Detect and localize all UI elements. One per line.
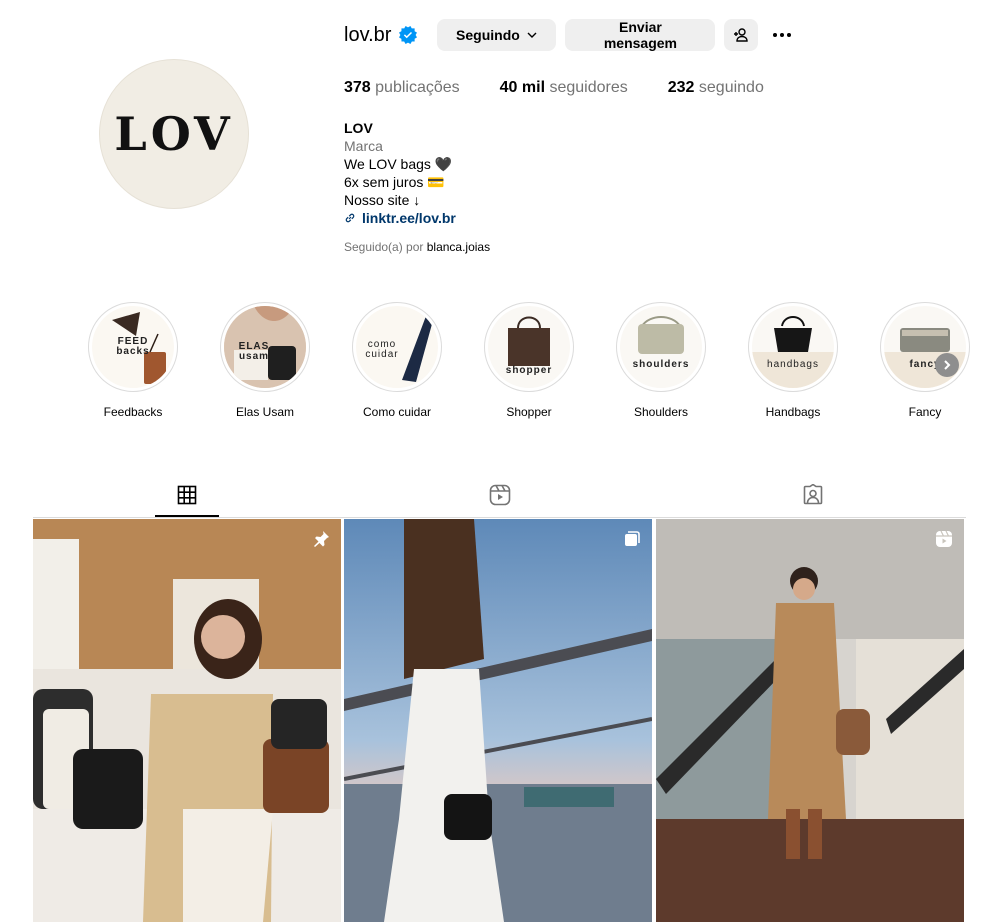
highlight-ring: FEED backs <box>88 302 178 392</box>
verified-badge-icon <box>399 26 418 44</box>
followers-label: seguidores <box>549 79 628 96</box>
highlight-cover-image <box>638 316 684 354</box>
post-thumbnail[interactable] <box>344 519 652 922</box>
highlight-cover-image <box>884 328 966 388</box>
highlight-cover-text: shoulders <box>632 359 690 370</box>
profile-stats: 378 publicações 40 mil seguidores 232 se… <box>344 79 804 97</box>
profile-bio: LOV Marca We LOV bags 🖤 6x sem juros 💳 N… <box>344 119 456 227</box>
profile-top-row: lov.br Seguindo Enviar mensagem <box>344 19 794 51</box>
highlight-cover: fancy <box>884 306 966 388</box>
bio-link-text: linktr.ee/lov.br <box>362 210 456 226</box>
followed-by-prefix: Seguido(a) por <box>344 240 424 254</box>
profile-avatar[interactable]: LOV <box>99 59 249 209</box>
highlight-ring: ELAS usam <box>220 302 310 392</box>
reel-icon <box>936 530 952 547</box>
followers-count: 40 mil <box>499 79 546 96</box>
tab-posts[interactable] <box>175 483 199 507</box>
highlight-cover: ELAS usam <box>224 306 306 388</box>
highlight-feedbacks[interactable]: FEED backs Feedbacks <box>67 302 199 419</box>
bio-line: 6x sem juros 💳 <box>344 174 445 190</box>
highlight-label: Handbags <box>765 405 821 419</box>
highlight-cover: FEED backs <box>92 306 174 388</box>
highlight-cover-image <box>752 316 834 388</box>
bio-line: We LOV bags 🖤 <box>344 156 453 172</box>
post-image <box>33 519 341 922</box>
link-icon <box>345 213 355 223</box>
bio-line: Nosso site ↓ <box>344 192 421 208</box>
story-highlights: FEED backs Feedbacks ELAS usam Elas Usam <box>67 302 991 419</box>
bio-name: LOV <box>344 120 373 136</box>
highlights-next-button[interactable] <box>935 353 959 377</box>
followed-by-user: blanca.joias <box>426 240 491 254</box>
grid-icon <box>177 485 197 505</box>
highlight-cover-text: FEED backs <box>116 336 150 357</box>
more-options-button[interactable] <box>770 23 794 47</box>
highlight-label: Fancy <box>908 405 942 419</box>
highlight-label: Como cuidar <box>362 405 432 419</box>
highlight-shoulders[interactable]: shoulders Shoulders <box>595 302 727 419</box>
post-image <box>656 519 964 922</box>
highlight-ring: fancy <box>880 302 970 392</box>
chevron-right-icon <box>944 360 951 370</box>
tagged-icon <box>803 484 823 505</box>
reels-icon <box>489 484 511 506</box>
posts-label: publicações <box>375 79 460 96</box>
highlight-ring: handbags <box>748 302 838 392</box>
tab-tagged[interactable] <box>801 483 825 507</box>
add-person-icon <box>734 28 749 42</box>
avatar-logo-text: LOV <box>114 107 234 161</box>
highlight-shopper[interactable]: shopper Shopper <box>463 302 595 419</box>
followers-stat[interactable]: 40 mil seguidores <box>500 79 628 97</box>
send-message-label: Enviar mensagem <box>603 19 677 51</box>
highlight-label: Shopper <box>506 405 552 419</box>
posts-count: 378 <box>344 79 371 96</box>
highlight-fancy[interactable]: fancy Fancy <box>859 302 991 419</box>
post-image <box>344 519 652 922</box>
highlight-cover-text: como cuidar <box>365 339 399 360</box>
post-thumbnail[interactable] <box>33 519 341 922</box>
highlight-label: Feedbacks <box>103 405 163 419</box>
followed-by[interactable]: Seguido(a) por blanca.joias <box>344 240 490 254</box>
tabs-divider <box>33 517 966 518</box>
highlight-cover-text: handbags <box>767 359 819 370</box>
more-options-icon <box>773 33 792 37</box>
highlight-ring: shopper <box>484 302 574 392</box>
following-count: 232 <box>667 79 695 96</box>
highlight-cover: como cuidar <box>356 306 438 388</box>
highlight-cover: shopper <box>488 306 570 388</box>
post-thumbnail[interactable] <box>656 519 964 922</box>
highlight-ring: shoulders <box>616 302 706 392</box>
highlight-handbags[interactable]: handbags Handbags <box>727 302 859 419</box>
highlight-elas-usam[interactable]: ELAS usam Elas Usam <box>199 302 331 419</box>
send-message-button[interactable]: Enviar mensagem <box>565 19 716 51</box>
profile-username[interactable]: lov.br <box>344 24 391 47</box>
active-tab-indicator <box>155 515 219 517</box>
bio-link[interactable]: linktr.ee/lov.br <box>344 209 456 227</box>
highlight-cover: shoulders <box>620 306 702 388</box>
highlight-ring: como cuidar <box>352 302 442 392</box>
pin-icon <box>314 531 329 547</box>
highlight-label: Elas Usam <box>235 405 294 419</box>
highlight-cover: handbags <box>752 306 834 388</box>
highlight-cover-text: shopper <box>505 365 553 376</box>
carousel-icon <box>625 531 640 546</box>
following-button-label: Seguindo <box>456 27 520 43</box>
highlight-cover-text: ELAS usam <box>238 341 270 362</box>
suggest-people-button[interactable] <box>724 19 759 51</box>
bio-category: Marca <box>344 138 383 154</box>
following-label: seguindo <box>698 79 764 96</box>
highlight-label: Shoulders <box>633 405 689 419</box>
following-stat[interactable]: 232 seguindo <box>668 79 764 97</box>
posts-stat: 378 publicações <box>344 79 460 97</box>
chevron-down-icon <box>527 32 537 38</box>
following-button[interactable]: Seguindo <box>437 19 557 51</box>
tab-reels[interactable] <box>488 483 512 507</box>
highlight-como-cuidar[interactable]: como cuidar Como cuidar <box>331 302 463 419</box>
